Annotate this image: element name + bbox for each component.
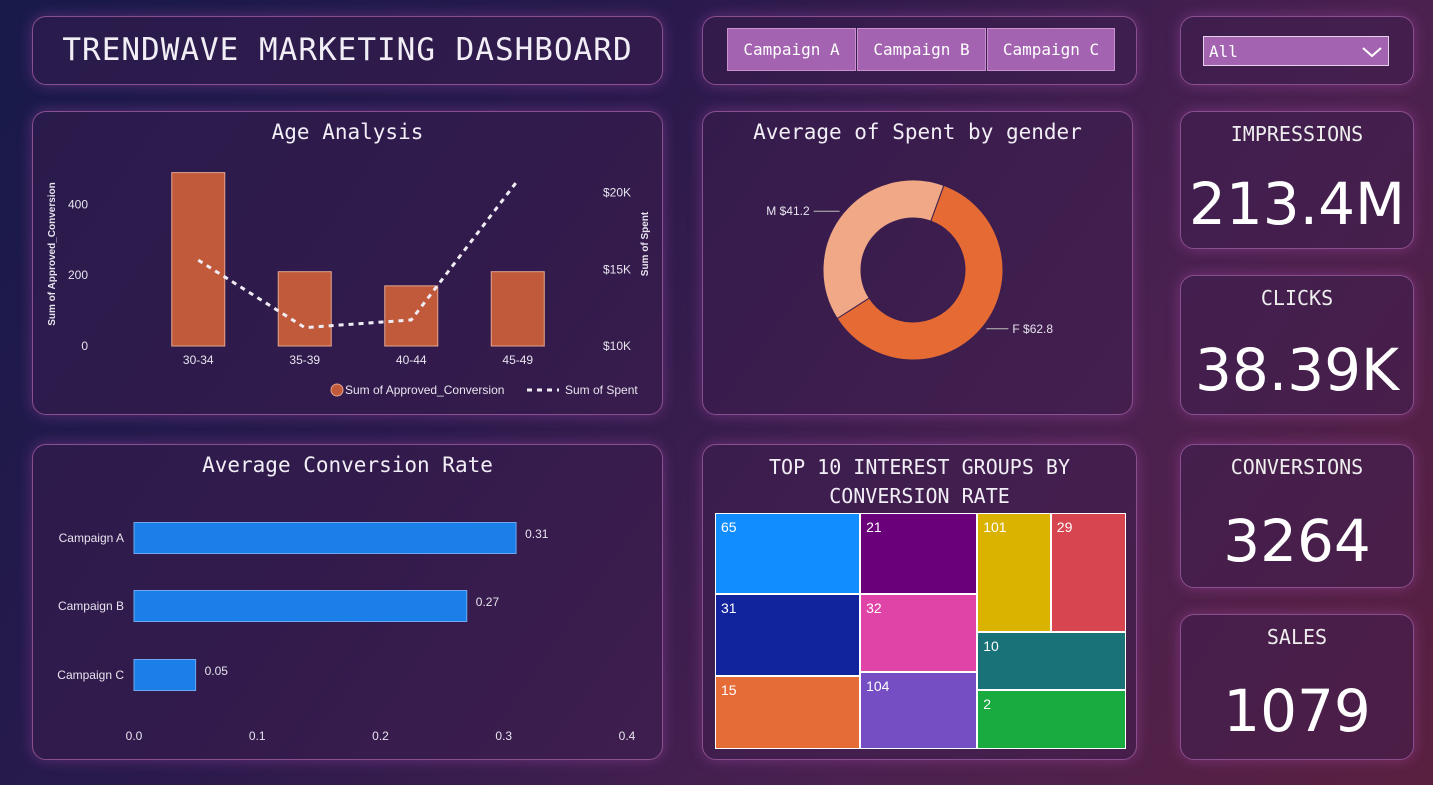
gender-spent-chart: F $62.8 M $41.2 [766,179,1053,361]
campaign-slicer-panel: Campaign A Campaign B Campaign C [702,16,1137,85]
interest-groups-title: TOP 10 INTEREST GROUPS BY CONVERSION RAT… [768,455,1071,508]
treemap-tile-label: 101 [983,519,1007,535]
sales-card: SALES 1079 [1180,614,1414,760]
age-bar [490,271,545,347]
treemap-tile-label: 10 [983,637,999,654]
conversions-label: CONVERSIONS [1230,455,1364,479]
y2-axis-tick-label: $20K [603,186,631,200]
conversions-card: CONVERSIONS 3264 [1180,444,1414,588]
treemap-tile-label: 21 [866,519,882,535]
legend-marker-conversion [330,383,344,397]
treemap-tile[interactable]: 32 [860,594,978,673]
y-axis-label: Sum of Approved_Conversion [47,182,58,326]
y-axis-tick-label: Campaign C [57,668,124,682]
x-axis-tick-label: 0.3 [495,729,512,743]
treemap-tile-label: 29 [1056,519,1073,535]
age-bar [171,172,226,347]
x-axis-tick-label: 35-39 [289,353,320,367]
age-analysis-chart: 0 200 400 Sum of Approved_Conversion $10K $15… [47,172,651,397]
clicks-label: CLICKS [1260,286,1334,310]
campaign-a-button[interactable]: Campaign A [727,28,856,71]
treemap-tile[interactable]: 21 [860,513,978,595]
campaign-c-button[interactable]: Campaign C [987,28,1115,71]
legend-label: Sum of Spent [565,383,638,397]
interest-groups-panel: TOP 10 INTEREST GROUPS BY CONVERSION RAT… [702,444,1137,760]
impressions-label: IMPRESSIONS [1230,122,1364,146]
donut-data-label: M $41.2 [766,204,810,218]
impressions-value: 213.4M [1188,170,1406,238]
y2-axis-tick-label: $15K [603,262,631,276]
treemap-tile-label: 32 [866,600,882,617]
x-axis-tick-label: 45-49 [502,353,533,367]
legend-label: Sum of Approved_Conversion [345,383,504,397]
y-axis-tick-label: 200 [68,268,88,282]
bar-data-label: 0.05 [205,664,229,678]
treemap-tile[interactable]: 104 [860,672,978,749]
clicks-card: CLICKS 38.39K [1180,275,1414,415]
conversion-bar [133,590,468,622]
treemap-tile-label: 15 [721,681,737,698]
y2-axis-tick-label: $10K [603,339,631,353]
filter-dropdown-panel: All [1180,16,1414,85]
treemap-tile-label: 2 [983,696,991,712]
y-axis-tick-label: 400 [68,197,88,211]
page-title: TRENDWAVE MARKETING DASHBOARD [62,32,633,68]
x-axis-tick-label: 0.4 [619,729,636,743]
conversion-bar [133,659,197,691]
treemap-tile[interactable]: 10 [977,631,1126,690]
donut-data-label: F $62.8 [1012,322,1053,336]
treemap-tile-label: 104 [866,678,890,695]
treemap-tile[interactable]: 101 [977,513,1051,632]
treemap-tile-label: 31 [721,600,737,617]
y2-axis-label: Sum of Spent [640,211,651,276]
x-axis-tick-label: 40-44 [396,353,427,367]
title-panel: TRENDWAVE MARKETING DASHBOARD [32,16,663,85]
spent-line [197,179,519,330]
filter-dropdown[interactable]: All [1203,36,1389,66]
conversion-bar [133,522,517,554]
x-axis-tick-label: 0.1 [249,729,266,743]
bar-data-label: 0.27 [476,595,500,609]
treemap-tile[interactable]: 15 [715,675,861,749]
treemap-tile[interactable]: 29 [1050,513,1126,632]
gender-spent-panel: Average of Spent by gender F $62.8 M $41.… [702,111,1133,415]
donut-slice [822,179,945,320]
filter-dropdown-value: All [1209,42,1238,61]
age-bar [277,271,332,347]
y-axis-tick-label: Campaign A [59,531,124,545]
chevron-down-icon [1362,47,1382,58]
treemap-tile-label: 65 [721,519,737,535]
sales-label: SALES [1266,625,1328,649]
conversion-rate-panel: Average Conversion Rate Campaign A 0.31 Ca… [32,444,663,760]
x-axis-tick-label: 30-34 [183,353,214,367]
conversion-rate-chart: Campaign A 0.31 Campaign B 0.27 Campaign C 0.… [57,522,636,743]
sales-value: 1079 [1223,677,1371,745]
impressions-card: IMPRESSIONS 213.4M [1180,111,1414,249]
bar-data-label: 0.31 [525,527,549,541]
x-axis-tick-label: 0.0 [126,729,143,743]
y-axis-tick-label: Campaign B [58,599,124,613]
y-axis-tick-label: 0 [81,339,88,353]
treemap-tile[interactable]: 65 [715,513,861,595]
campaign-b-button[interactable]: Campaign B [857,28,986,71]
x-axis-tick-label: 0.2 [372,729,389,743]
age-analysis-panel: Age Analysis 0 200 400 Sum of Approved_Conv… [32,111,663,415]
treemap-tile[interactable]: 31 [715,594,861,676]
interest-groups-treemap: 65 31 15 21 32 104 101 29 10 2 [715,513,1126,749]
treemap-tile[interactable]: 2 [977,690,1126,749]
clicks-value: 38.39K [1194,336,1400,404]
conversions-value: 3264 [1223,507,1371,575]
